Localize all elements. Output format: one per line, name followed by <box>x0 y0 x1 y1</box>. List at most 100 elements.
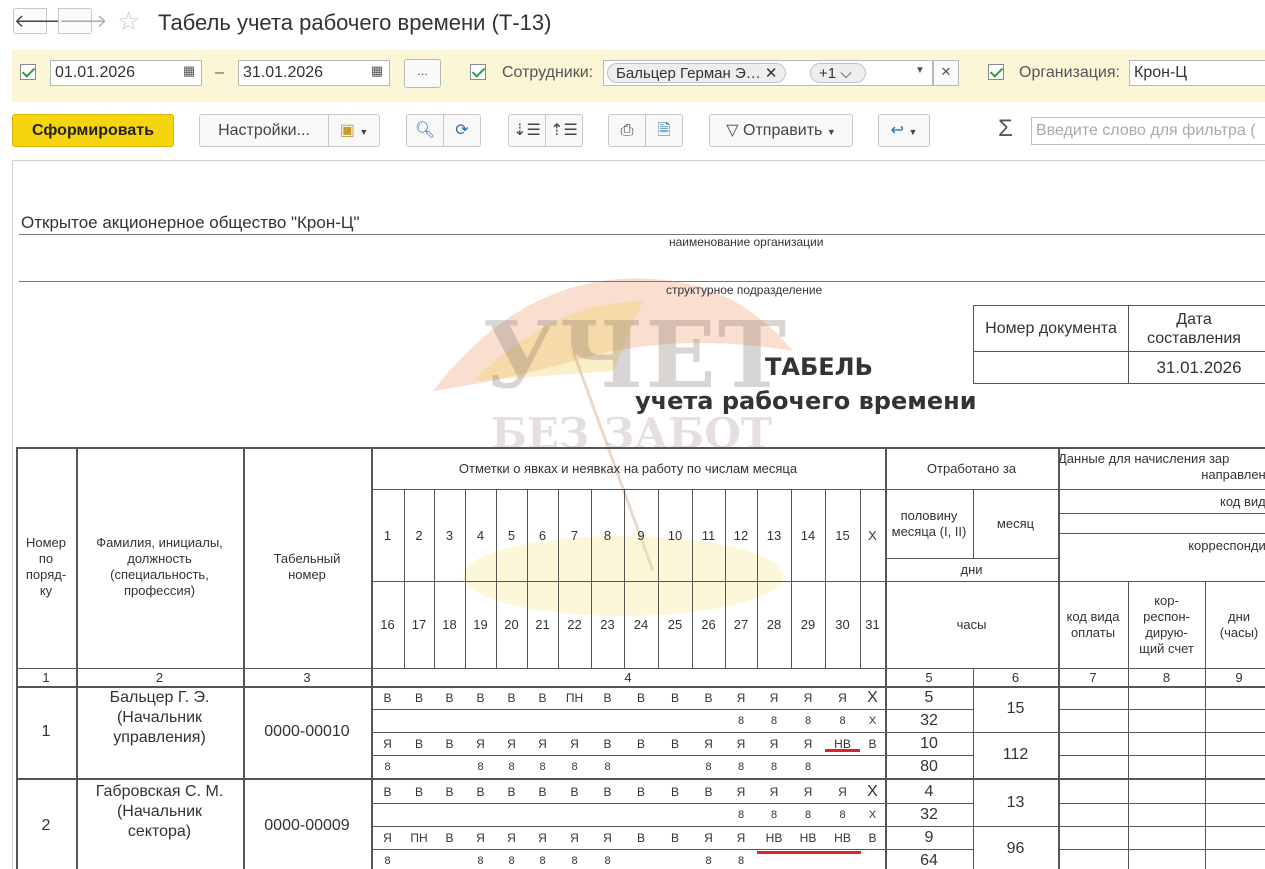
sum-icon[interactable]: Σ <box>998 115 1013 143</box>
search-settings-button[interactable]: ⟳ <box>443 114 481 147</box>
day-mark: Я <box>538 736 547 751</box>
day-number: 4 <box>476 527 485 543</box>
day-mark: Х <box>868 714 877 727</box>
collapse-groups-button[interactable]: ⇡☰ <box>545 114 583 147</box>
col-header-corresp: корреспондир <box>1188 537 1265 553</box>
favorite-star-icon[interactable]: ☆ <box>117 6 140 36</box>
day-number: 25 <box>667 617 683 632</box>
day-mark: В <box>636 736 645 751</box>
day-number: 2 <box>415 527 423 543</box>
back-button[interactable]: 🡐 <box>13 8 62 34</box>
day-mark: Я <box>507 736 516 751</box>
employee-tag[interactable]: Бальцер Герман Э… ✕ <box>607 63 787 83</box>
day-mark <box>860 849 885 869</box>
day-number: 23 <box>600 617 615 632</box>
arrow-left-icon: 🡐 <box>14 11 63 31</box>
send-button[interactable]: ▽ Отправить ▼ <box>709 114 853 147</box>
organization-field[interactable]: Крон-Ц <box>1129 60 1265 86</box>
day-mark: 8 <box>770 714 778 727</box>
day-number: 7 <box>570 527 579 543</box>
day-mark: В <box>704 784 713 799</box>
employee-name: Бальцер Г. Э. (Начальник управления) <box>109 689 210 746</box>
period-select-button[interactable]: ... <box>404 59 441 88</box>
col-header-worked: Отработано за <box>926 460 1017 476</box>
day-number: 27 <box>733 617 749 632</box>
half1-hours: 32 <box>920 711 938 729</box>
col-header-payroll2: направлени <box>1201 466 1265 482</box>
day-number: 5 <box>507 527 516 543</box>
day-number: 14 <box>800 527 816 543</box>
day-mark: 8 <box>705 854 712 867</box>
day-mark <box>658 709 692 732</box>
generate-button[interactable]: Сформировать <box>12 114 174 147</box>
day-mark: 8 <box>539 854 546 867</box>
day-mark: В <box>868 736 877 751</box>
date-dash: – <box>215 64 224 81</box>
forward-button[interactable]: 🡒 <box>58 8 107 34</box>
filter-search-input[interactable]: Введите слово для фильтра ( <box>1031 117 1265 145</box>
return-arrow-icon: ↩ <box>890 122 905 139</box>
period-checkbox[interactable] <box>20 64 36 80</box>
day-number: 21 <box>535 617 550 632</box>
day-mark: 8 <box>539 760 546 773</box>
month-days: 15 <box>1006 700 1025 717</box>
day-mark: Х <box>867 782 878 800</box>
day-mark: В <box>670 736 679 751</box>
day-mark: 8 <box>770 760 778 773</box>
send-label: Отправить <box>743 122 823 139</box>
day-mark <box>624 755 658 778</box>
highlight-underline <box>757 851 861 854</box>
day-number: 1 <box>383 527 392 543</box>
day-mark: 8 <box>508 854 515 867</box>
close-icon[interactable]: ✕ <box>765 65 778 82</box>
col-header-name: Фамилия, инициалы, должность (специально… <box>96 534 223 598</box>
more-employees-tag[interactable]: +1 ⌵ <box>810 63 866 83</box>
day-mark: Я <box>736 830 746 845</box>
more-actions-button[interactable]: ↩ ▼ <box>878 114 930 147</box>
day-mark: 8 <box>508 760 515 773</box>
search-button[interactable]: 🔍︎ <box>406 114 444 147</box>
column-number: 5 <box>925 669 933 685</box>
employees-checkbox[interactable] <box>470 64 486 80</box>
day-mark <box>496 803 527 826</box>
day-number: 12 <box>733 527 749 543</box>
organization-checkbox[interactable] <box>988 64 1004 80</box>
day-mark: Я <box>507 830 516 845</box>
column-number: 4 <box>624 669 632 685</box>
chevron-down-icon: ⌵ <box>840 65 852 82</box>
day-mark <box>465 709 496 732</box>
clear-employees-button[interactable]: ✕ <box>933 60 959 86</box>
day-mark <box>558 709 591 732</box>
expand-groups-button[interactable]: ⇣☰ <box>508 114 546 147</box>
day-mark <box>860 755 885 778</box>
day-number: 19 <box>473 617 488 632</box>
doc-date-header: Дата составления <box>1147 310 1241 347</box>
day-number: 17 <box>411 617 427 632</box>
day-mark: В <box>704 690 713 705</box>
day-mark: Я <box>538 830 547 845</box>
dropdown-arrow-icon[interactable]: ▼ <box>907 60 933 86</box>
preview-button[interactable]: 🗎 <box>645 114 683 147</box>
day-number: 31 <box>865 617 880 632</box>
column-number: 9 <box>1235 669 1243 685</box>
day-number: 13 <box>766 527 782 543</box>
report-subtitle: учета рабочего времени <box>635 387 977 415</box>
variants-button[interactable]: ▣ ▼ <box>328 114 380 147</box>
calendar-icon[interactable]: ▦ <box>176 60 202 86</box>
print-button[interactable]: ⎙ <box>608 114 646 147</box>
day-mark <box>371 709 404 732</box>
employee-tag-label: Бальцер Герман Э… <box>616 65 761 82</box>
dropdown-arrow-icon: ▼ <box>908 127 918 137</box>
settings-button[interactable]: Настройки... <box>199 114 329 147</box>
day-mark <box>404 849 434 869</box>
day-mark: В <box>603 784 612 799</box>
day-mark: В <box>414 784 423 799</box>
day-number: 3 <box>445 527 454 543</box>
day-mark: Я <box>383 830 392 845</box>
col-header-pay-kind: код вида <box>1220 493 1265 509</box>
day-mark: В <box>538 784 547 799</box>
day-mark: 8 <box>604 854 611 867</box>
day-mark: В <box>476 690 485 705</box>
day-mark: В <box>445 736 454 751</box>
calendar-icon[interactable]: ▦ <box>364 60 390 86</box>
